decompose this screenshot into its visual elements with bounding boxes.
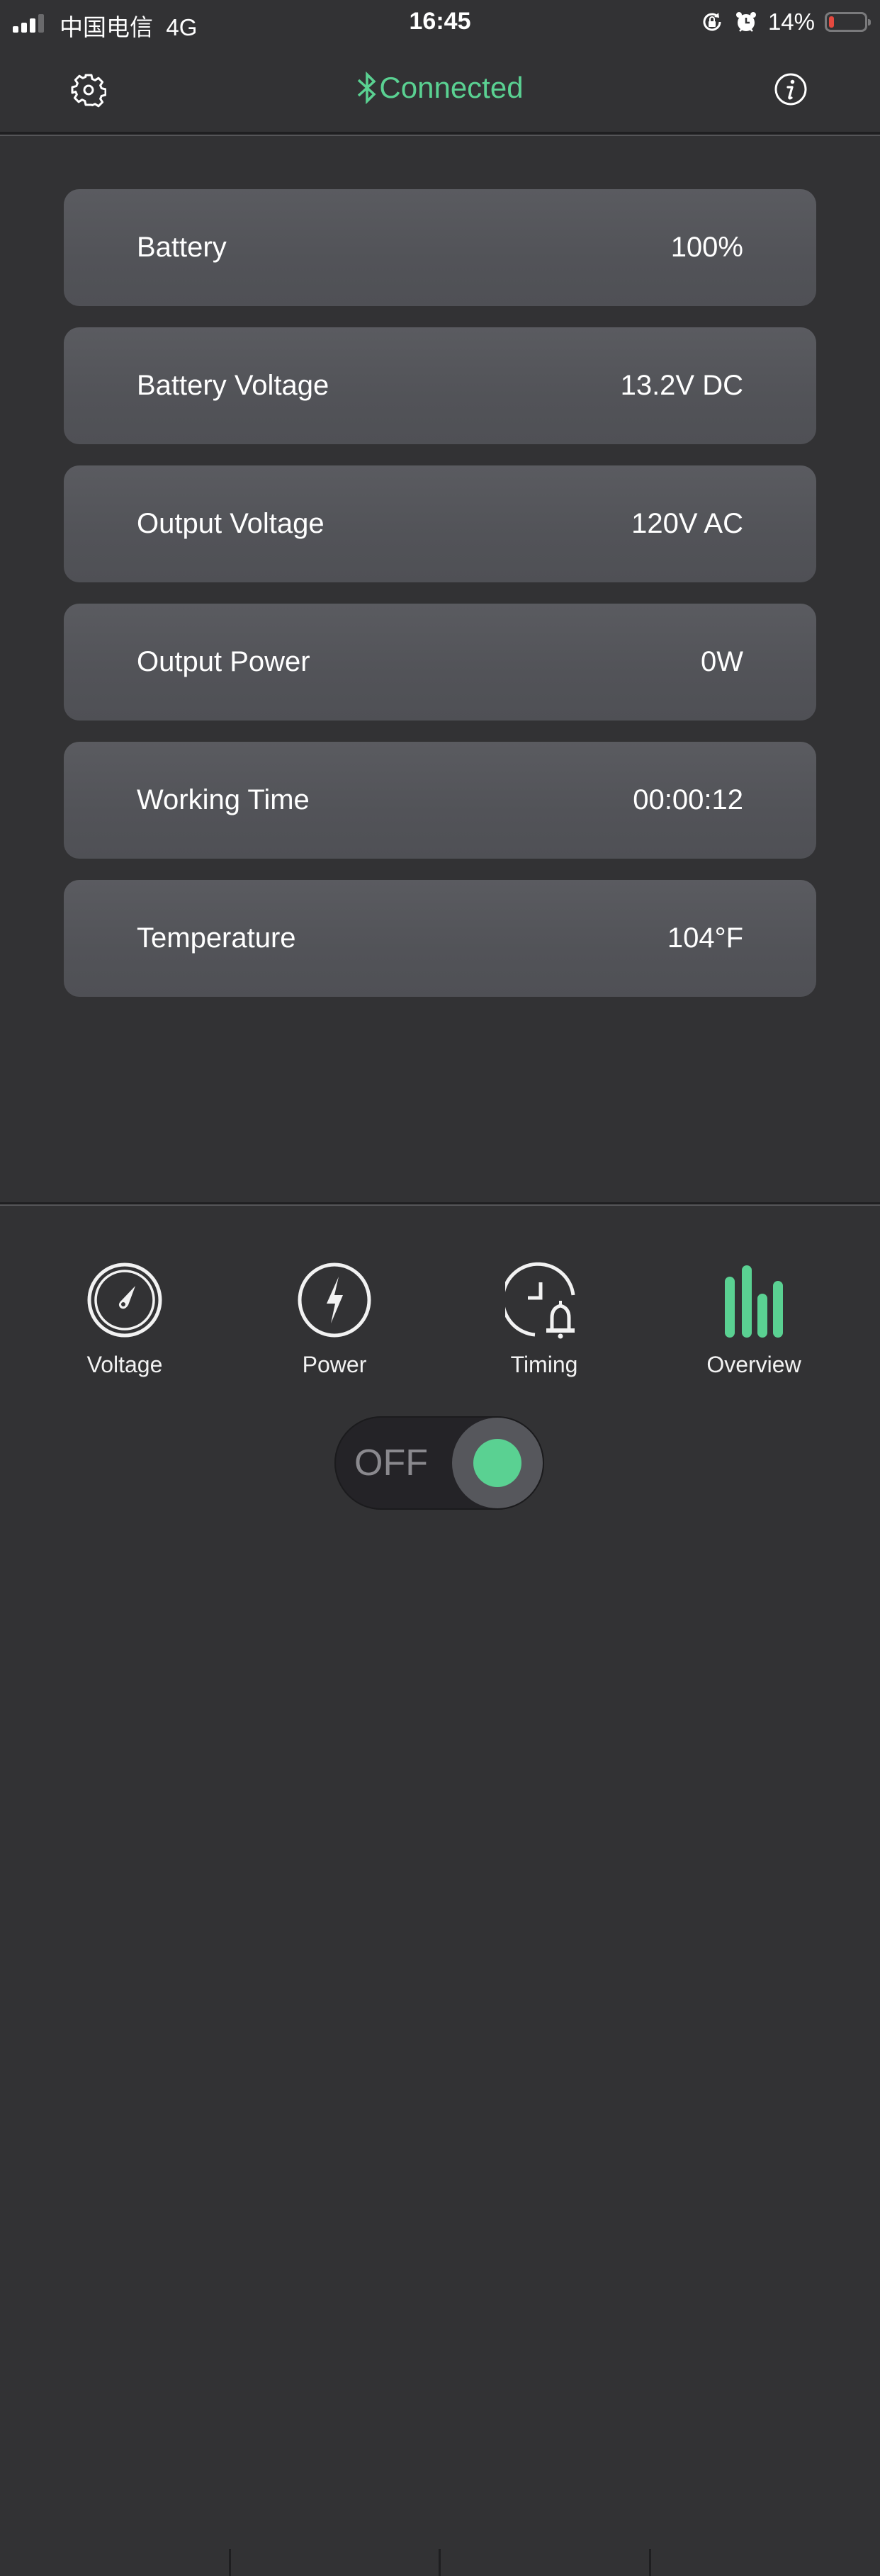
clock-bell-icon [505,1262,575,1339]
metric-card-temperature: Temperature 104°F [64,880,816,997]
power-toggle[interactable]: OFF [334,1416,544,1510]
metric-card-output-power: Output Power 0W [64,604,816,721]
tab-bar: Voltage Power Timing Overview [0,1261,880,2576]
gauge-icon [87,1262,162,1338]
metric-value: 0W [701,646,743,677]
tab-label: Timing [510,1352,578,1377]
battery-icon [825,12,871,32]
metric-value: 13.2V DC [620,370,743,401]
metric-label: Output Voltage [137,508,325,539]
power-toggle-label: OFF [354,1442,428,1484]
metric-value: 100% [670,232,743,263]
info-icon[interactable] [774,72,808,106]
tab-power[interactable]: Power [264,1261,405,1378]
metric-card-output-voltage: Output Voltage 120V AC [64,465,816,582]
metric-value: 00:00:12 [633,784,743,815]
status-bar: 中国电信 4G 16:45 14% [0,0,880,44]
alarm-icon [735,12,756,32]
connection-status-text: Connected [379,71,524,104]
metric-label: Temperature [137,922,296,954]
metrics-list: Battery 100% Battery Voltage 13.2V DC Ou… [64,189,816,1018]
metric-label: Output Power [137,646,310,677]
rotation-lock-icon [703,13,721,31]
metric-card-working-time: Working Time 00:00:12 [64,742,816,859]
tab-separator [229,2549,231,2576]
tab-separator [649,2549,651,2576]
tabbar-divider [0,1202,880,1206]
tab-label: Power [302,1352,367,1377]
tab-overview[interactable]: Overview [683,1261,825,1378]
header-divider [0,132,880,136]
nav-header: Connected [0,44,880,132]
tab-separator [439,2549,441,2576]
tab-label: Voltage [86,1352,163,1377]
metric-label: Battery [137,232,227,263]
tab-timing[interactable]: Timing [473,1261,615,1378]
power-indicator-dot [473,1439,521,1487]
battery-percent: 14% [767,9,815,35]
lightning-icon [298,1262,371,1338]
status-right: 14% [700,9,871,35]
connection-status: Connected [0,71,880,105]
bar-chart-icon [725,1265,783,1338]
metric-label: Working Time [137,784,310,815]
metric-value: 120V AC [631,508,743,539]
tab-label: Overview [706,1352,801,1377]
metric-card-battery: Battery 100% [64,189,816,306]
metric-value: 104°F [667,922,743,954]
power-toggle-knob[interactable] [452,1418,543,1508]
tab-voltage[interactable]: Voltage [54,1261,196,1378]
metric-label: Battery Voltage [137,370,329,401]
metric-card-battery-voltage: Battery Voltage 13.2V DC [64,327,816,444]
bluetooth-icon [358,72,376,104]
